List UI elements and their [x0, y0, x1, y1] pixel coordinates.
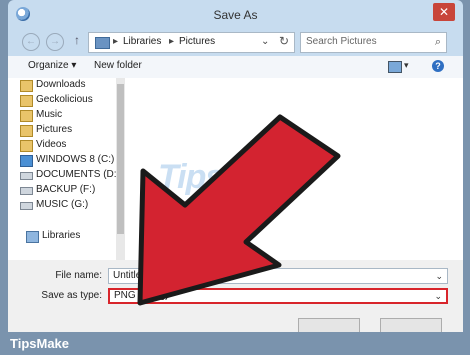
- red-arrow-icon: [137, 114, 341, 306]
- brand-bar: TipsMake: [0, 332, 470, 355]
- brand-logo: TipsMake: [10, 336, 70, 351]
- arrow-annotation: [137, 114, 341, 306]
